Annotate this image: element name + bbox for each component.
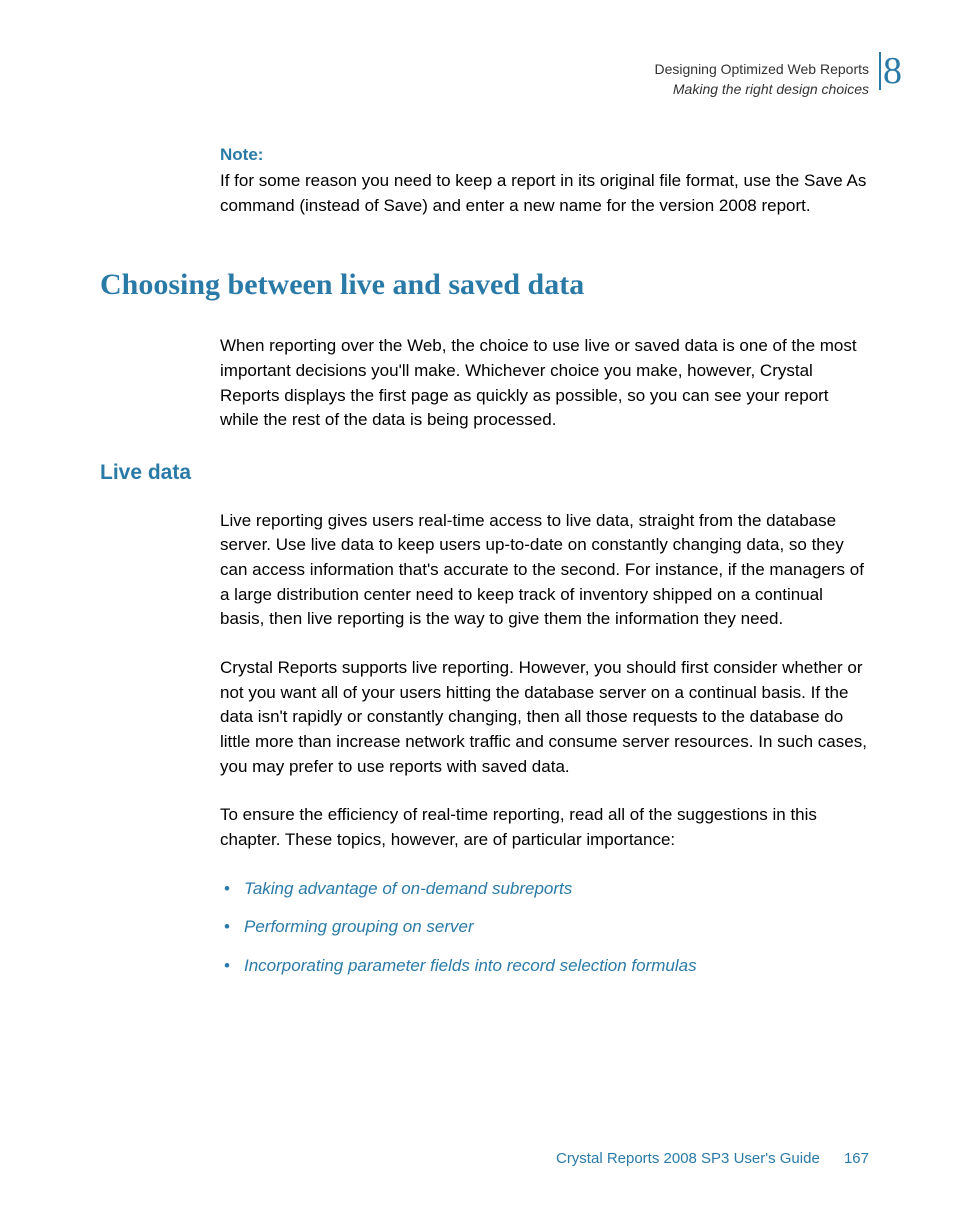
footer-page-number: 167: [844, 1150, 869, 1167]
page-footer: Crystal Reports 2008 SP3 User's Guide 16…: [556, 1150, 869, 1167]
link-grouping-on-server[interactable]: Performing grouping on server: [244, 917, 474, 936]
page-header: Designing Optimized Web Reports Making t…: [654, 60, 869, 99]
note-text: If for some reason you need to keep a re…: [220, 169, 869, 218]
page-content: Note: If for some reason you need to kee…: [100, 145, 869, 992]
link-on-demand-subreports[interactable]: Taking advantage of on-demand subreports: [244, 879, 572, 898]
list-item: Performing grouping on server: [220, 915, 869, 940]
live-data-paragraph-2: Crystal Reports supports live reporting.…: [220, 656, 869, 779]
live-data-paragraph-1: Live reporting gives users real-time acc…: [220, 509, 869, 632]
note-label: Note:: [220, 145, 869, 165]
list-item: Taking advantage of on-demand subreports: [220, 877, 869, 902]
chapter-divider: [879, 52, 881, 90]
heading-1: Choosing between live and saved data: [100, 268, 869, 302]
heading-2-live-data: Live data: [100, 461, 869, 485]
header-chapter-title: Designing Optimized Web Reports: [654, 60, 869, 80]
intro-paragraph: When reporting over the Web, the choice …: [220, 334, 869, 433]
header-section-title: Making the right design choices: [654, 80, 869, 100]
live-data-paragraph-3: To ensure the efficiency of real-time re…: [220, 803, 869, 852]
footer-guide-name: Crystal Reports 2008 SP3 User's Guide: [556, 1150, 820, 1167]
chapter-number: 8: [883, 52, 902, 90]
note-block: Note: If for some reason you need to kee…: [220, 145, 869, 218]
link-parameter-fields[interactable]: Incorporating parameter fields into reco…: [244, 956, 697, 975]
chapter-number-box: 8: [879, 52, 902, 90]
list-item: Incorporating parameter fields into reco…: [220, 954, 869, 979]
topic-links-list: Taking advantage of on-demand subreports…: [220, 877, 869, 979]
